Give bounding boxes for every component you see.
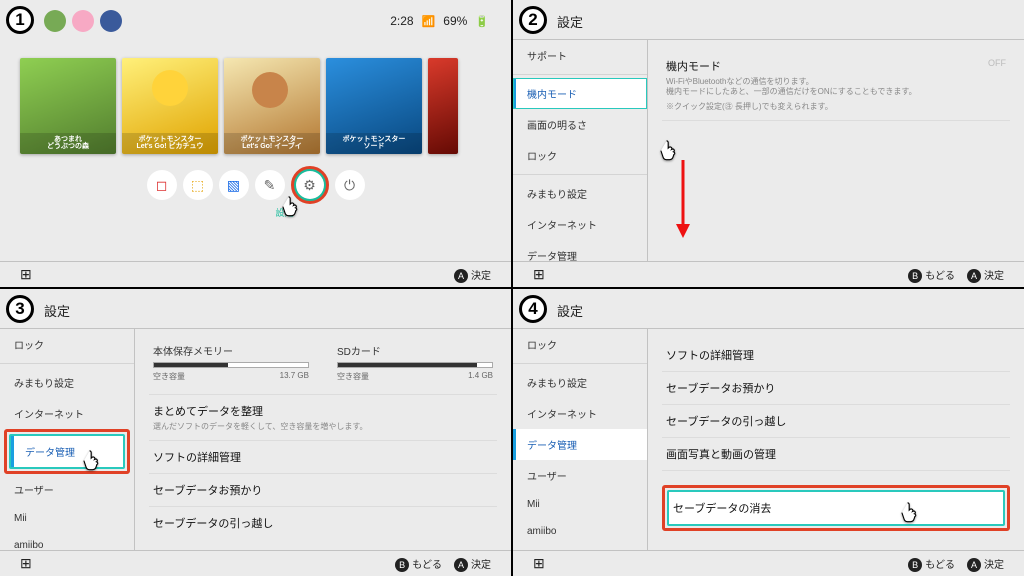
sidebar-item[interactable]: インターネット (513, 209, 647, 240)
footer-hint: A決定 (454, 556, 491, 572)
row-save-deposit[interactable]: セーブデータお預かり (149, 474, 497, 507)
page-title: 設定 (513, 0, 1024, 40)
row-software-detail[interactable]: ソフトの詳細管理 (662, 339, 1010, 372)
page-title: 設定 (513, 289, 1024, 329)
settings-sidebar: サポート 機内モード 画面の明るさ ロック みまもり設定 インターネット データ… (513, 40, 648, 261)
panel-settings-top: 2 設定 サポート 機内モード 画面の明るさ ロック みまもり設定 インターネッ… (513, 0, 1024, 287)
news-icon[interactable]: ◻ (147, 170, 177, 200)
sidebar-item[interactable]: ロック (513, 140, 647, 171)
sidebar-item[interactable]: みまもり設定 (0, 367, 134, 398)
settings-footer: Bもどる A決定 (513, 550, 1024, 576)
controller-icon (533, 555, 545, 572)
controller-icon (20, 555, 32, 572)
arrow-down-icon (676, 160, 690, 240)
row-delete-save-data[interactable]: セーブデータの消去 (669, 492, 1003, 524)
sidebar-item[interactable]: 画面の明るさ (513, 109, 647, 140)
panel-delete-save: 4 設定 ロック みまもり設定 インターネット データ管理 ユーザー Mii a… (513, 289, 1024, 576)
game-tile[interactable]: あつまれどうぶつの森 (20, 58, 116, 154)
controller-icon (20, 266, 32, 283)
sidebar-item-data[interactable]: データ管理 (513, 429, 647, 460)
sidebar-item[interactable]: サポート (513, 40, 647, 71)
sidebar-item-airplane[interactable]: 機内モード (513, 78, 647, 109)
step-number: 4 (519, 295, 547, 323)
avatar[interactable] (44, 10, 66, 32)
row-save-deposit[interactable]: セーブデータお預かり (662, 372, 1010, 405)
sidebar-item[interactable]: ユーザー (0, 474, 134, 505)
settings-sidebar: ロック みまもり設定 インターネット データ管理 ユーザー Mii amiibo (0, 329, 135, 550)
battery-percent: 69% (443, 14, 467, 28)
home-dock: ◻ ⬚ ▧ ✎ ⚙ ⏻ 設定 (0, 170, 511, 204)
settings-label: 設定 (276, 206, 294, 219)
wifi-icon (422, 14, 436, 28)
row-desc: Wi-FiやBluetoothなどの通信を切ります。 機内モードにしたあと、一部… (666, 77, 1006, 112)
avatar[interactable] (72, 10, 94, 32)
sidebar-item-data[interactable]: データ管理 (11, 436, 123, 467)
game-tile[interactable]: ポケットモンスターLet's Go! イーブイ (224, 58, 320, 154)
footer-hint: Bもどる (908, 267, 955, 283)
sidebar-item[interactable]: インターネット (0, 398, 134, 429)
footer-hint: A決定 (967, 556, 1004, 572)
power-icon[interactable]: ⏻ (335, 170, 365, 200)
step-number: 2 (519, 6, 547, 34)
game-tile[interactable]: ポケットモンスターソード (326, 58, 422, 154)
game-tiles: あつまれどうぶつの森 ポケットモンスターLet's Go! ピカチュウ ポケット… (0, 36, 511, 164)
pointer-hand-icon (656, 136, 682, 162)
storage-sd: SDカード 空き容量1.4 GB (337, 343, 493, 382)
home-status-bar: 2:28 69% (0, 0, 511, 36)
settings-footer: Bもどる A決定 (513, 261, 1024, 287)
sidebar-item[interactable]: amiibo (513, 518, 647, 545)
footer-hint: Bもどる (395, 556, 442, 572)
row-save-move[interactable]: セーブデータの引っ越し (662, 405, 1010, 438)
gear-icon: ⚙ (303, 177, 316, 194)
row-screenshots[interactable]: 画面写真と動画の管理 (662, 438, 1010, 471)
settings-sidebar: ロック みまもり設定 インターネット データ管理 ユーザー Mii amiibo (513, 329, 648, 550)
settings-main: 本体保存メモリー 空き容量13.7 GB SDカード 空き容量1.4 GB まと… (135, 329, 511, 550)
sidebar-item[interactable]: ロック (0, 329, 134, 360)
sidebar-item[interactable]: ユーザー (513, 460, 647, 491)
controllers-icon[interactable]: ✎ (255, 170, 285, 200)
sidebar-item[interactable]: Mii (513, 491, 647, 518)
battery-icon (475, 14, 489, 28)
sidebar-item[interactable]: データ管理 (513, 240, 647, 261)
sidebar-item[interactable]: みまもり設定 (513, 367, 647, 398)
row-save-move[interactable]: セーブデータの引っ越し (149, 507, 497, 539)
clock: 2:28 (390, 14, 413, 28)
page-title: 設定 (0, 289, 511, 329)
row-software-detail[interactable]: ソフトの詳細管理 (149, 441, 497, 474)
panel-data-management: 3 設定 ロック みまもり設定 インターネット データ管理 ユーザー Mii a (0, 289, 511, 576)
storage-internal: 本体保存メモリー 空き容量13.7 GB (153, 343, 309, 382)
sidebar-item[interactable]: インターネット (513, 398, 647, 429)
album-icon[interactable]: ▧ (219, 170, 249, 200)
settings-main: OFF 機内モード Wi-FiやBluetoothなどの通信を切ります。 機内モ… (648, 40, 1024, 261)
row-bulk-clean[interactable]: まとめてデータを整理 選んだソフトのデータを軽くして、空き容量を増やします。 (149, 395, 497, 441)
step-number: 3 (6, 295, 34, 323)
footer-hint: A決定 (454, 267, 491, 283)
eshop-icon[interactable]: ⬚ (183, 170, 213, 200)
controller-icon (533, 266, 545, 283)
sidebar-item[interactable]: amiibo (0, 532, 134, 550)
avatar[interactable] (100, 10, 122, 32)
sidebar-item[interactable]: Mii (0, 505, 134, 532)
sidebar-item[interactable]: みまもり設定 (513, 178, 647, 209)
toggle-off[interactable]: OFF (988, 58, 1006, 68)
footer-hint: A決定 (967, 267, 1004, 283)
game-tile[interactable]: ポケットモンスターLet's Go! ピカチュウ (122, 58, 218, 154)
game-tile[interactable] (428, 58, 458, 154)
sidebar-item[interactable]: ロック (513, 329, 647, 360)
row-title: 機内モード (666, 58, 1006, 74)
step-number: 1 (6, 6, 34, 34)
settings-button[interactable]: ⚙ (291, 166, 329, 204)
settings-footer: Bもどる A決定 (0, 550, 511, 576)
settings-main: ソフトの詳細管理 セーブデータお預かり セーブデータの引っ越し 画面写真と動画の… (648, 329, 1024, 550)
panel-home: 1 2:28 69% あつまれどうぶつの森 ポケットモンスターLet's Go!… (0, 0, 511, 287)
footer-hint: Bもどる (908, 556, 955, 572)
home-footer: A決定 (0, 261, 511, 287)
